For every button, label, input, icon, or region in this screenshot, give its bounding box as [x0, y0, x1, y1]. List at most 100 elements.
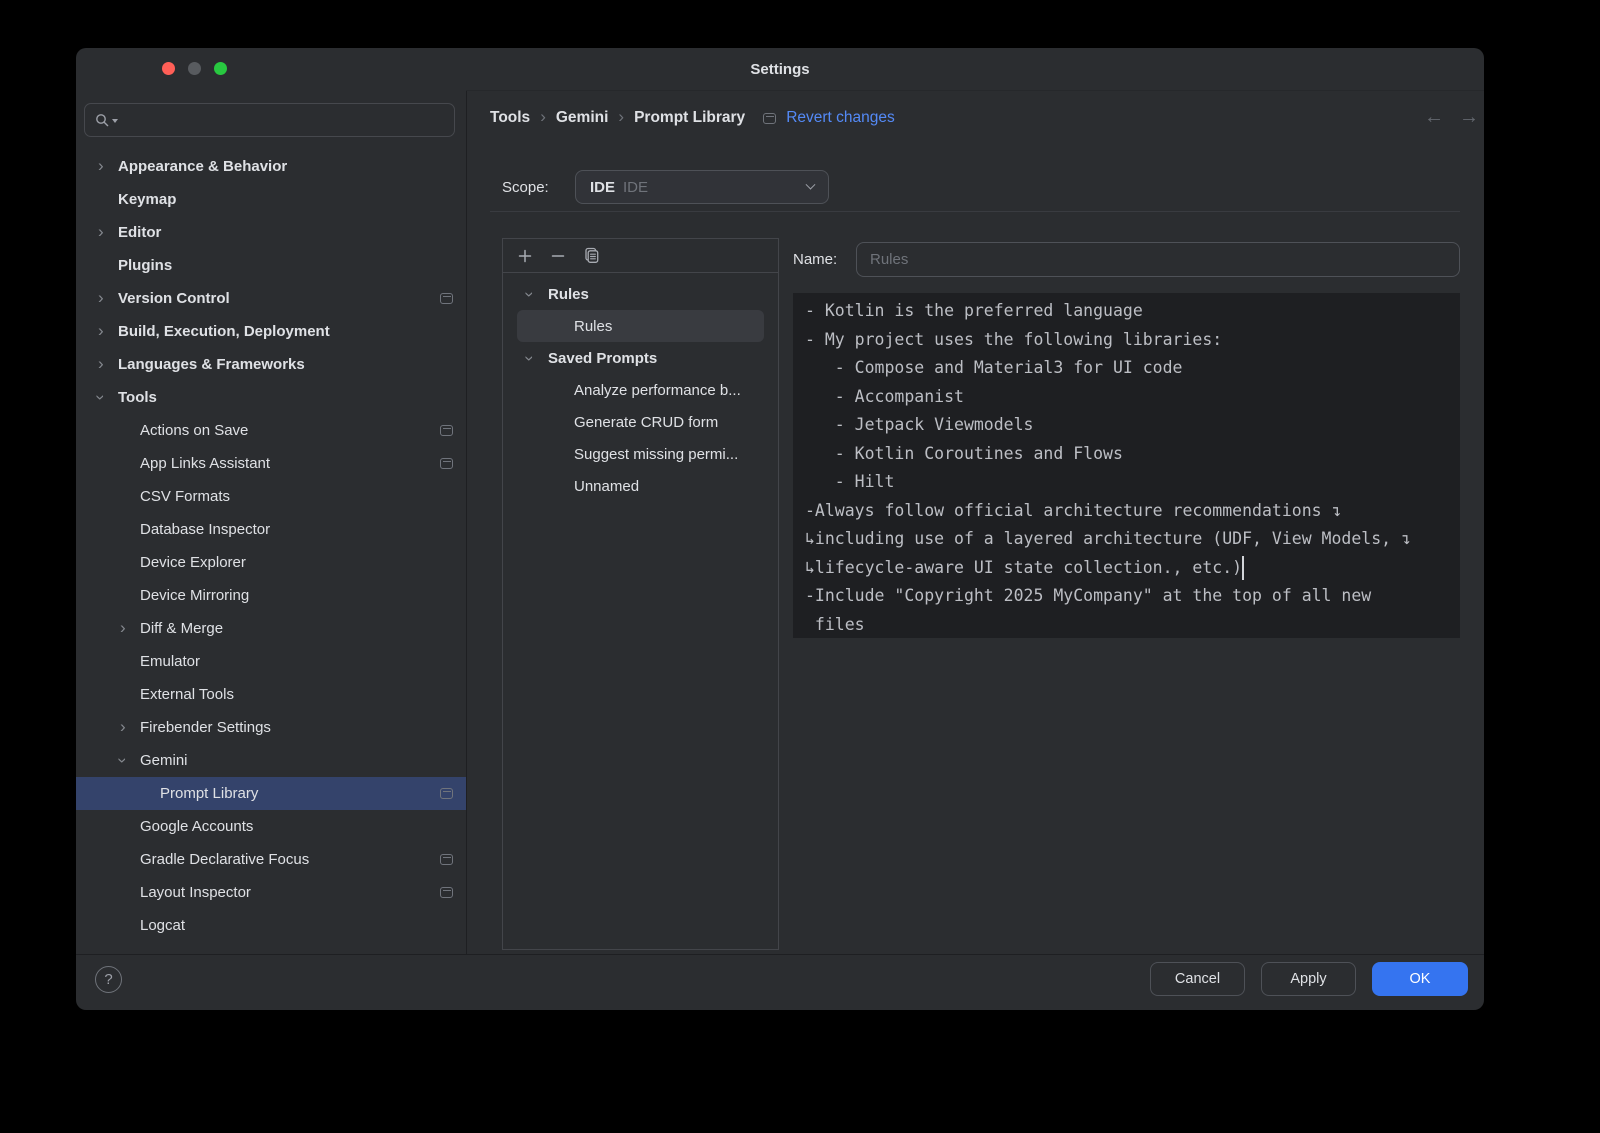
- scope-label: Scope:: [502, 170, 549, 204]
- header-divider: [466, 90, 1484, 91]
- remove-prompt-button[interactable]: [545, 243, 571, 269]
- sidebar-item-label: Device Mirroring: [140, 587, 249, 604]
- sidebar-item-label: Actions on Save: [140, 422, 248, 439]
- sidebar-tree-item[interactable]: Plugins: [76, 249, 466, 282]
- search-input[interactable]: [126, 112, 445, 128]
- sidebar-tree-item[interactable]: Logcat: [76, 909, 466, 942]
- search-options-caret-icon[interactable]: [112, 119, 118, 123]
- prompt-item-label: Rules: [548, 286, 589, 303]
- chevron-icon[interactable]: [120, 619, 126, 636]
- modified-icon: [440, 854, 453, 865]
- prompt-text-editor[interactable]: - Kotlin is the preferred language - My …: [793, 293, 1460, 638]
- prompt-tree-item[interactable]: Generate CRUD form: [503, 406, 778, 438]
- chevron-icon[interactable]: [120, 718, 126, 735]
- modified-icon: [763, 113, 776, 124]
- sidebar-item-label: Prompt Library: [160, 785, 258, 802]
- sidebar-tree-item[interactable]: Prompt Library: [76, 777, 466, 810]
- chevron-icon[interactable]: [114, 758, 131, 764]
- sidebar-tree-item[interactable]: Device Mirroring: [76, 579, 466, 612]
- sidebar-tree-item[interactable]: Appearance & Behavior: [76, 150, 466, 183]
- breadcrumb-tools[interactable]: Tools: [490, 109, 530, 127]
- chevron-icon[interactable]: [98, 355, 104, 372]
- prompt-item-label: Suggest missing permi...: [574, 446, 738, 463]
- scope-value: IDE: [623, 179, 648, 196]
- sidebar-tree-item[interactable]: Device Explorer: [76, 546, 466, 579]
- sidebar-tree-item[interactable]: Database Inspector: [76, 513, 466, 546]
- sidebar-item-label: Google Accounts: [140, 818, 253, 835]
- prompt-tree-item[interactable]: Unnamed: [503, 470, 778, 502]
- chevron-icon[interactable]: [98, 322, 104, 339]
- sidebar-item-label: External Tools: [140, 686, 234, 703]
- breadcrumb-gemini[interactable]: Gemini: [556, 109, 609, 127]
- settings-tree: Appearance & Behavior Keymap Editor Plug…: [76, 150, 466, 942]
- sidebar-tree-item[interactable]: App Links Assistant: [76, 447, 466, 480]
- scope-dropdown[interactable]: IDE IDE: [575, 170, 829, 204]
- help-icon[interactable]: [95, 966, 122, 993]
- prompt-text[interactable]: - Kotlin is the preferred language - My …: [793, 293, 1460, 641]
- chevron-icon[interactable]: [521, 355, 538, 361]
- ok-button[interactable]: OK: [1372, 962, 1468, 996]
- chevron-icon[interactable]: [521, 291, 538, 297]
- settings-window: Settings Appearance & Behavior Keymap Ed…: [76, 48, 1484, 1010]
- sidebar-item-label: Firebender Settings: [140, 719, 271, 736]
- sidebar-tree-item[interactable]: Build, Execution, Deployment: [76, 315, 466, 348]
- sidebar-item-label: Layout Inspector: [140, 884, 251, 901]
- settings-search-box: [84, 103, 455, 137]
- sidebar-item-label: Gradle Declarative Focus: [140, 851, 309, 868]
- chevron-icon[interactable]: [98, 223, 104, 240]
- sidebar-tree-item[interactable]: Diff & Merge: [76, 612, 466, 645]
- sidebar-divider: [466, 90, 467, 954]
- add-prompt-button[interactable]: [512, 243, 538, 269]
- sidebar-item-label: Device Explorer: [140, 554, 246, 571]
- prompt-list-toolbar: [503, 239, 778, 273]
- chevron-icon[interactable]: [98, 289, 104, 306]
- copy-prompt-button[interactable]: [578, 243, 604, 269]
- prompt-item-label: Generate CRUD form: [574, 414, 718, 431]
- sidebar-item-label: App Links Assistant: [140, 455, 270, 472]
- back-arrow-icon[interactable]: ←: [1424, 106, 1444, 129]
- sidebar-tree-item[interactable]: External Tools: [76, 678, 466, 711]
- sidebar-item-label: Build, Execution, Deployment: [118, 323, 330, 340]
- sidebar-tree-item[interactable]: Languages & Frameworks: [76, 348, 466, 381]
- prompt-tree-item[interactable]: Rules: [503, 278, 778, 310]
- sidebar-tree-item[interactable]: Gemini: [76, 744, 466, 777]
- sidebar-tree-item[interactable]: Emulator: [76, 645, 466, 678]
- breadcrumb-separator-icon: [618, 107, 624, 127]
- prompt-tree-item[interactable]: Analyze performance b...: [503, 374, 778, 406]
- sidebar-item-label: Emulator: [140, 653, 200, 670]
- prompt-tree-item[interactable]: Rules: [517, 310, 764, 342]
- prompt-item-label: Saved Prompts: [548, 350, 657, 367]
- chevron-down-icon: [806, 179, 816, 189]
- revert-changes-link[interactable]: Revert changes: [786, 109, 895, 127]
- window-title: Settings: [76, 48, 1484, 90]
- chevron-icon[interactable]: [98, 157, 104, 174]
- sidebar-tree-item[interactable]: Version Control: [76, 282, 466, 315]
- sidebar-tree-item[interactable]: CSV Formats: [76, 480, 466, 513]
- sidebar-tree-item[interactable]: Layout Inspector: [76, 876, 466, 909]
- modified-icon: [440, 887, 453, 898]
- prompt-item-label: Unnamed: [574, 478, 639, 495]
- sidebar-tree-item[interactable]: Keymap: [76, 183, 466, 216]
- sidebar-tree-item[interactable]: Firebender Settings: [76, 711, 466, 744]
- sidebar-item-label: Plugins: [118, 257, 172, 274]
- prompt-name-input[interactable]: [856, 242, 1460, 277]
- modified-icon: [440, 425, 453, 436]
- modified-icon: [440, 788, 453, 799]
- forward-arrow-icon[interactable]: →: [1459, 106, 1479, 129]
- sidebar-item-label: Languages & Frameworks: [118, 356, 305, 373]
- cancel-button[interactable]: Cancel: [1150, 962, 1245, 996]
- sidebar-tree-item[interactable]: Actions on Save: [76, 414, 466, 447]
- text-caret: [1242, 556, 1244, 580]
- sidebar-tree-item[interactable]: Editor: [76, 216, 466, 249]
- scope-divider: [490, 211, 1460, 212]
- sidebar-item-label: Gemini: [140, 752, 188, 769]
- sidebar-tree-item[interactable]: Google Accounts: [76, 810, 466, 843]
- apply-button[interactable]: Apply: [1261, 962, 1356, 996]
- prompt-tree-item[interactable]: Saved Prompts: [503, 342, 778, 374]
- name-label: Name:: [793, 242, 837, 277]
- sidebar-item-label: Appearance & Behavior: [118, 158, 287, 175]
- sidebar-tree-item[interactable]: Gradle Declarative Focus: [76, 843, 466, 876]
- prompt-tree-item[interactable]: Suggest missing permi...: [503, 438, 778, 470]
- sidebar-tree-item[interactable]: Tools: [76, 381, 466, 414]
- chevron-icon[interactable]: [92, 395, 109, 401]
